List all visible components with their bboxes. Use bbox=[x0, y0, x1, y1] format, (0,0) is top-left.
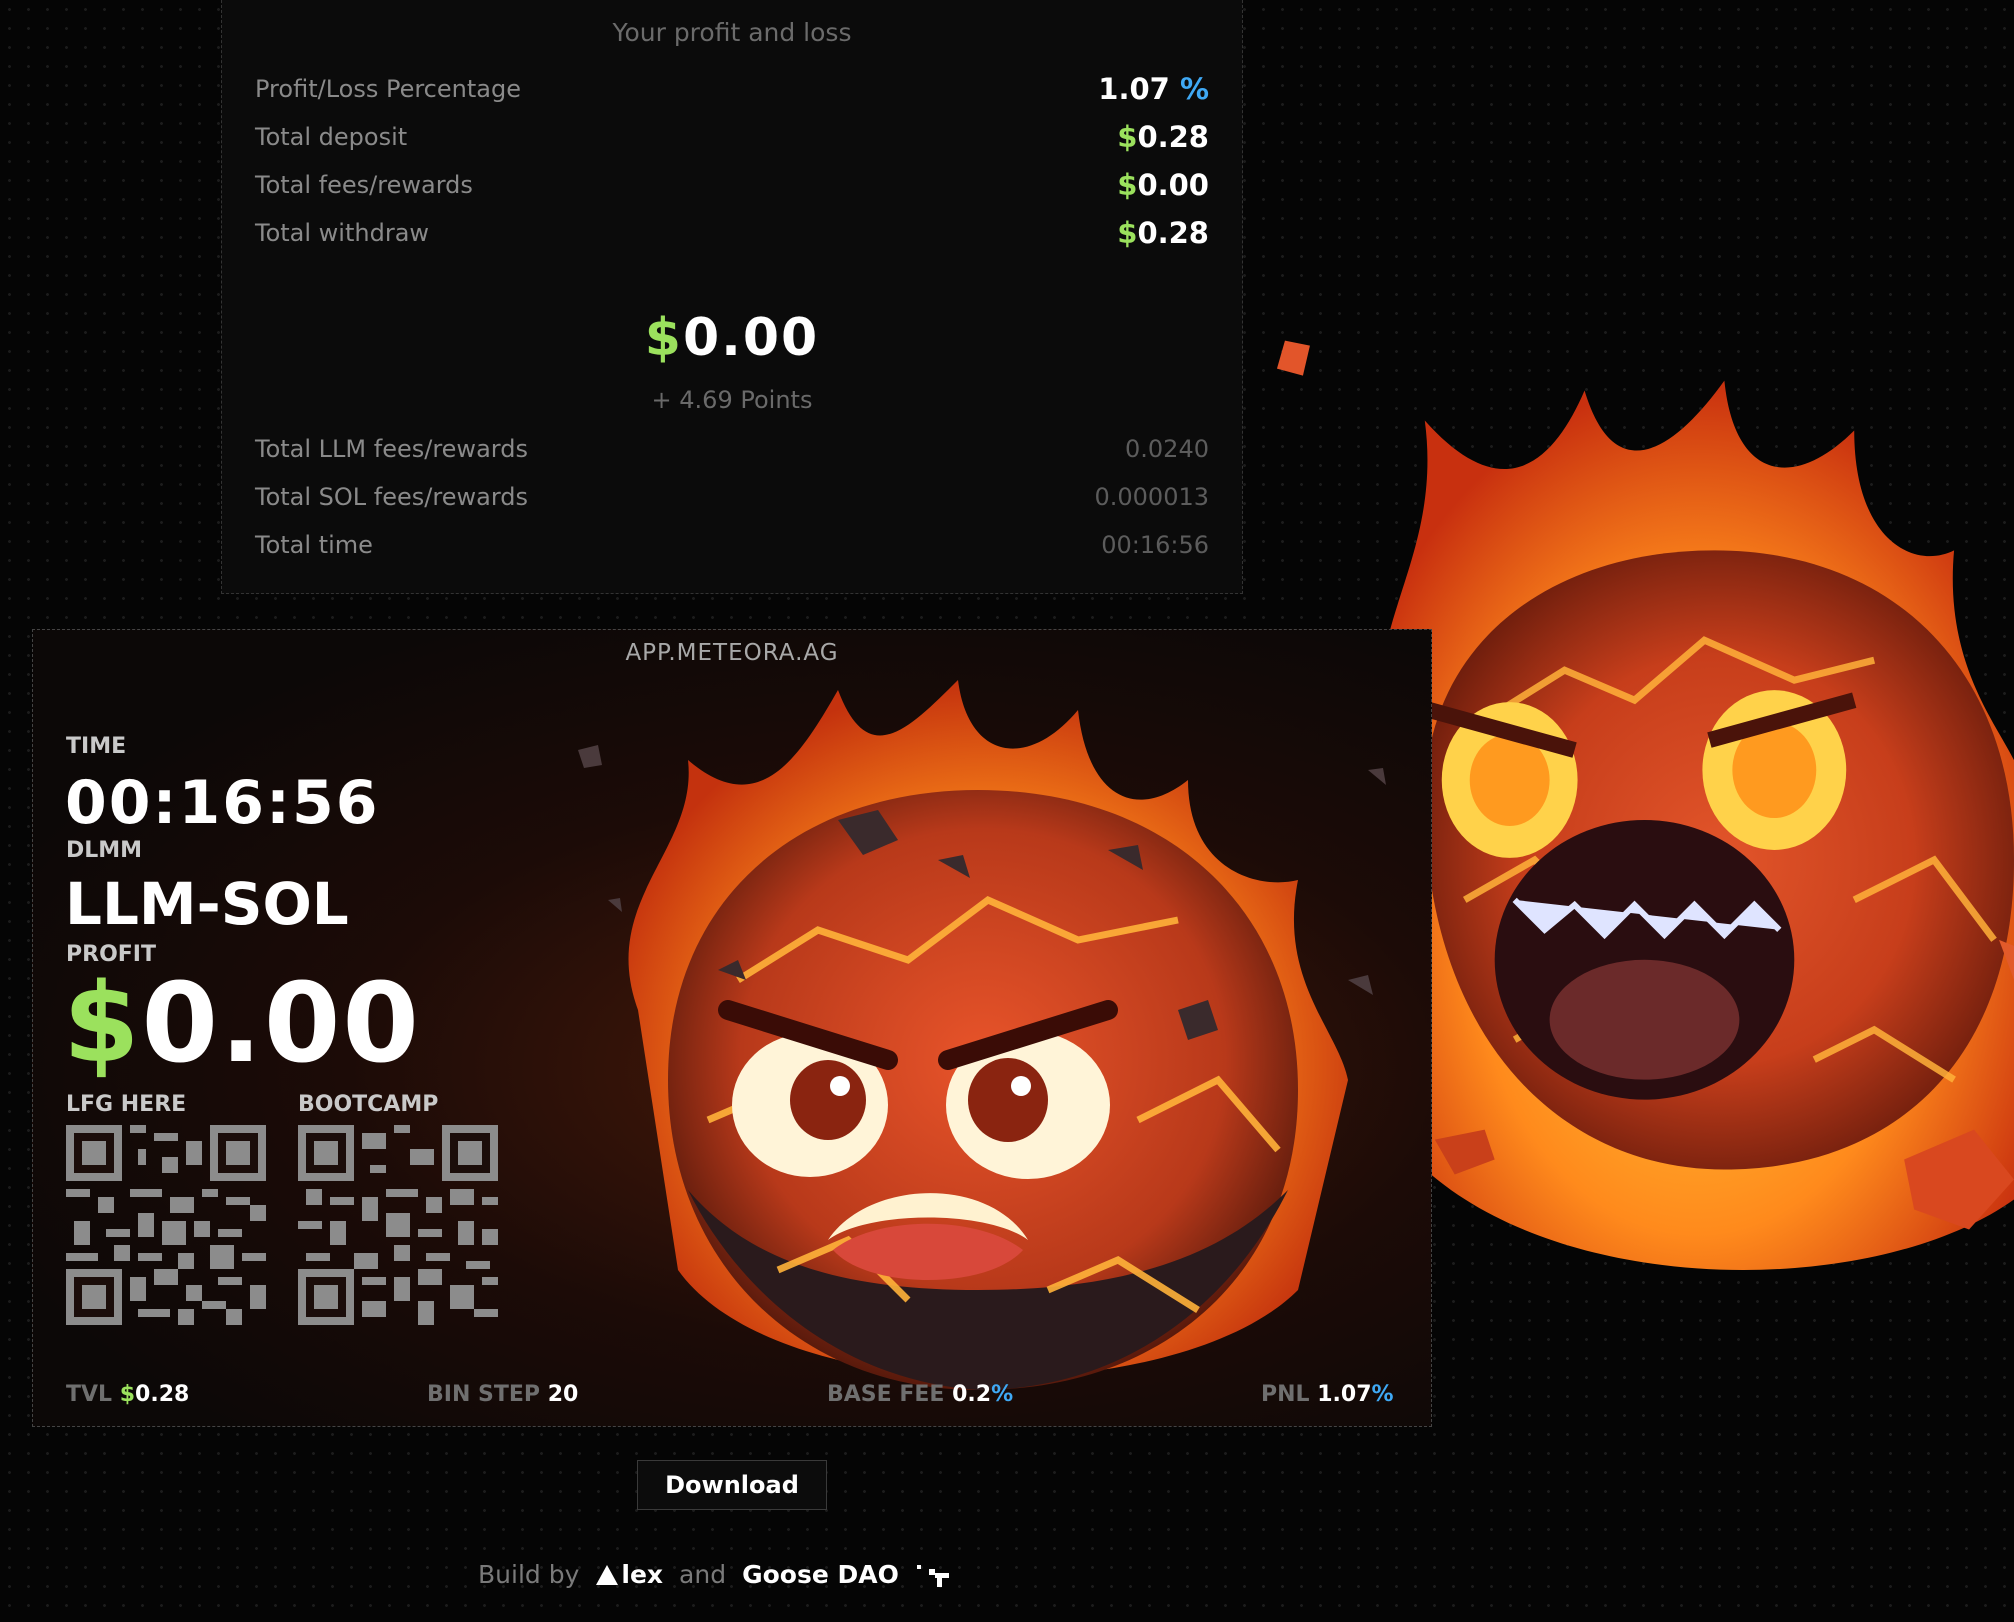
row-value: $0.28 bbox=[1117, 216, 1209, 250]
row-value: 1.07 % bbox=[1098, 72, 1209, 106]
bin-step-stat: BIN STEP 20 bbox=[427, 1382, 579, 1407]
pnl-percentage-row: Profit/Loss Percentage 1.07 % bbox=[255, 69, 1209, 109]
profit-value: $0.00 bbox=[63, 959, 421, 1087]
row-label: Total time bbox=[255, 531, 373, 559]
total-fees-row: Total fees/rewards $0.00 bbox=[255, 165, 1209, 205]
row-value: 00:16:56 bbox=[1101, 531, 1209, 559]
row-value: 0.000013 bbox=[1094, 483, 1209, 511]
author-alex-label: lex bbox=[621, 1560, 664, 1589]
row-value: 0.0240 bbox=[1125, 435, 1209, 463]
profit-total: $0.00 bbox=[644, 308, 820, 368]
time-label: TIME bbox=[66, 734, 127, 759]
credits: Build by lex and Goose DAO bbox=[478, 1560, 959, 1589]
row-label: Total fees/rewards bbox=[255, 171, 473, 199]
total-deposit-row: Total deposit $0.28 bbox=[255, 117, 1209, 157]
row-label: Total deposit bbox=[255, 123, 408, 151]
llm-fees-row: Total LLM fees/rewards 0.0240 bbox=[255, 429, 1209, 469]
row-value: $0.00 bbox=[1117, 168, 1209, 202]
pnl-stat: PNL 1.07% bbox=[1261, 1382, 1394, 1407]
qr-code-bootcamp[interactable] bbox=[298, 1125, 498, 1325]
site-url: APP.METEORA.AG bbox=[625, 640, 839, 666]
row-label: Profit/Loss Percentage bbox=[255, 75, 521, 103]
credits-prefix: Build by bbox=[478, 1560, 580, 1589]
page: Your profit and loss Profit/Loss Percent… bbox=[0, 0, 2014, 1622]
qr-code-lfg[interactable] bbox=[66, 1125, 266, 1325]
download-button[interactable]: Download bbox=[637, 1460, 827, 1510]
share-card: APP.METEORA.AG TIME 00:16:56 DLMM LLM-SO… bbox=[32, 629, 1432, 1427]
pool-type-label: DLMM bbox=[66, 838, 143, 863]
meteor-card-illustration bbox=[578, 680, 1386, 1390]
tvl-stat: TVL $0.28 bbox=[66, 1382, 190, 1407]
qr-right-label: BOOTCAMP bbox=[298, 1092, 439, 1117]
profit-loss-panel: Your profit and loss Profit/Loss Percent… bbox=[221, 0, 1243, 594]
total-withdraw-row: Total withdraw $0.28 bbox=[255, 213, 1209, 253]
pair-name: LLM-SOL bbox=[65, 870, 349, 938]
goose-logo-icon bbox=[916, 1564, 949, 1587]
base-fee-stat: BASE FEE 0.2% bbox=[827, 1382, 1014, 1407]
triangle-logo-icon bbox=[596, 1564, 619, 1585]
credits-and: and bbox=[679, 1560, 727, 1589]
sol-fees-row: Total SOL fees/rewards 0.000013 bbox=[255, 477, 1209, 517]
author-alex-link[interactable]: lex bbox=[595, 1560, 663, 1589]
points-earned: + 4.69 Points bbox=[651, 386, 813, 414]
qr-left-label: LFG HERE bbox=[66, 1092, 187, 1117]
total-time-row: Total time 00:16:56 bbox=[255, 525, 1209, 565]
time-value: 00:16:56 bbox=[65, 768, 380, 838]
panel-title: Your profit and loss bbox=[612, 18, 852, 47]
row-label: Total SOL fees/rewards bbox=[255, 483, 528, 511]
goose-dao-link[interactable]: Goose DAO bbox=[742, 1560, 899, 1589]
row-label: Total LLM fees/rewards bbox=[255, 435, 528, 463]
row-value: $0.28 bbox=[1117, 120, 1209, 154]
row-label: Total withdraw bbox=[255, 219, 430, 247]
